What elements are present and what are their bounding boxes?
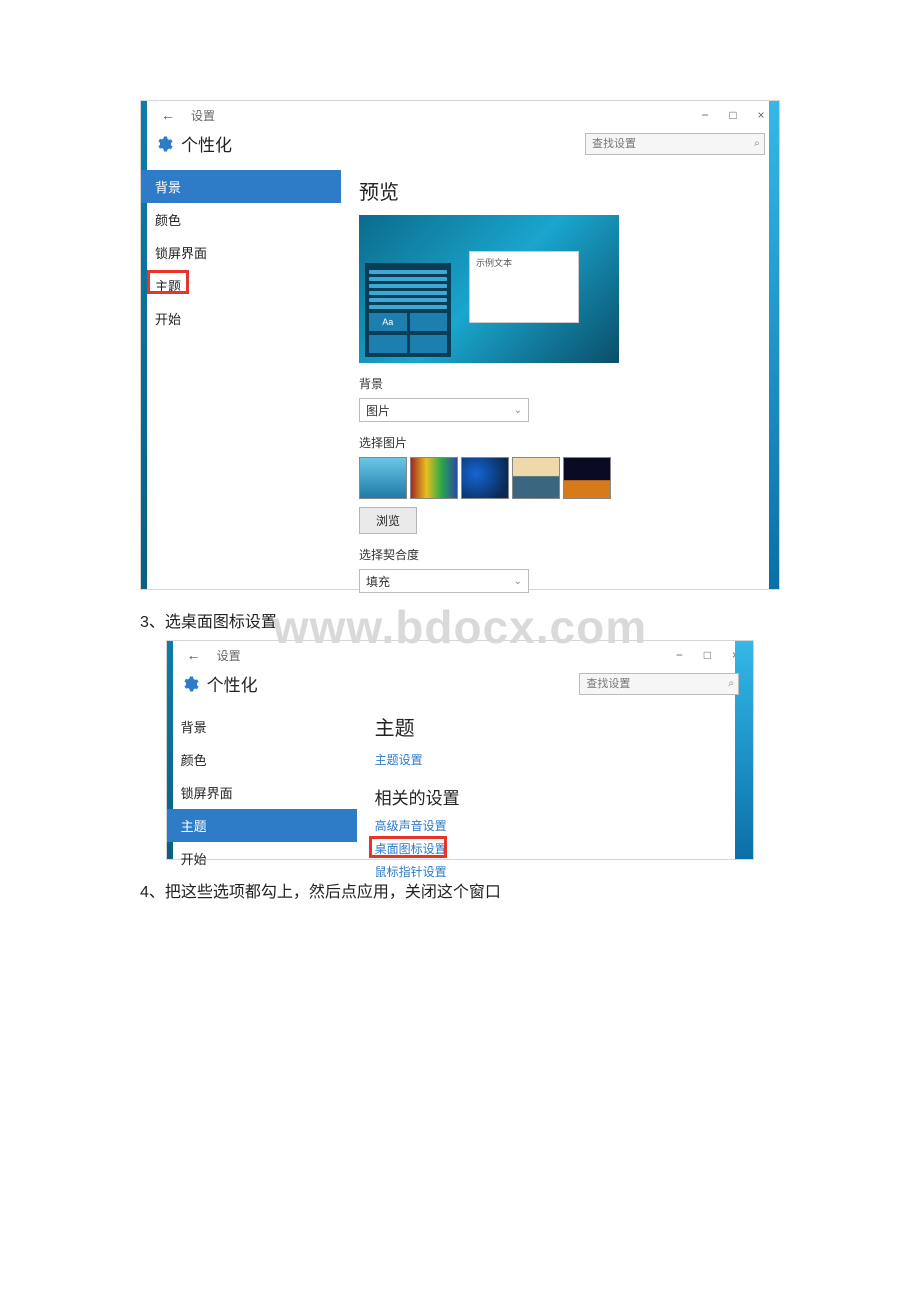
- sidebar: 背景 颜色 锁屏界面 主题 开始: [141, 164, 341, 611]
- chevron-down-icon: ⌄: [514, 405, 522, 416]
- sidebar-item-lockscreen[interactable]: 锁屏界面: [141, 236, 341, 269]
- settings-window-1: ← 设置 − □ × 个性化 ⌕ 背景 颜色 锁屏界面: [140, 100, 780, 590]
- sidebar-item-themes[interactable]: 主题: [141, 269, 341, 302]
- background-dropdown[interactable]: 图片 ⌄: [359, 398, 529, 422]
- gear-icon: [155, 135, 173, 153]
- maximize-button[interactable]: □: [693, 644, 721, 666]
- sidebar-item-background[interactable]: 背景: [141, 170, 341, 203]
- minimize-button[interactable]: −: [665, 644, 693, 666]
- preview-tile: Aa: [369, 313, 407, 331]
- header-row: 个性化 ⌕: [141, 129, 779, 164]
- window-title: 设置: [191, 107, 215, 124]
- search-input[interactable]: [579, 673, 739, 695]
- back-button[interactable]: ←: [155, 105, 181, 125]
- search-input[interactable]: [585, 133, 765, 155]
- dropdown-value: 图片: [366, 402, 390, 419]
- preview-start-menu: Aa: [365, 263, 451, 357]
- theme-settings-link[interactable]: 主题设置: [375, 751, 423, 768]
- minimize-button[interactable]: −: [691, 104, 719, 126]
- picture-thumbnails: [359, 457, 761, 499]
- content-area: 预览 Aa 示例文本: [341, 164, 779, 611]
- sidebar-item-colors[interactable]: 颜色: [167, 743, 357, 776]
- wallpaper-thumbnail[interactable]: [359, 457, 407, 499]
- wallpaper-thumbnail[interactable]: [512, 457, 560, 499]
- wallpaper-thumbnail[interactable]: [461, 457, 509, 499]
- window-titlebar: ← 设置 − □ ×: [141, 101, 779, 129]
- advanced-sound-link[interactable]: 高级声音设置: [375, 817, 447, 834]
- theme-heading: 主题: [375, 712, 736, 741]
- choose-picture-label: 选择图片: [359, 434, 761, 451]
- fit-label: 选择契合度: [359, 546, 761, 563]
- related-heading: 相关的设置: [375, 784, 736, 809]
- step-3-caption: 3、选桌面图标设置: [140, 608, 780, 632]
- preview-heading: 预览: [359, 176, 761, 205]
- gear-icon: [181, 675, 199, 693]
- preview-tile: [369, 335, 407, 353]
- dropdown-value: 填充: [366, 573, 390, 590]
- preview-tile: [410, 335, 448, 353]
- settings-window-2: ← 设置 − □ × 个性化 ⌕ 背景 颜色 锁屏界面 主题: [166, 640, 755, 860]
- header-row: 个性化 ⌕: [167, 669, 754, 704]
- maximize-button[interactable]: □: [719, 104, 747, 126]
- sidebar-item-label: 主题: [155, 279, 181, 294]
- search-icon: ⌕: [728, 677, 734, 690]
- window-titlebar: ← 设置 − □ ×: [167, 641, 754, 669]
- wallpaper-thumbnail[interactable]: [410, 457, 458, 499]
- page-title: 个性化: [181, 131, 232, 156]
- desktop-strip: [769, 101, 779, 589]
- page-title: 个性化: [207, 671, 258, 696]
- sidebar-item-lockscreen[interactable]: 锁屏界面: [167, 776, 357, 809]
- desktop-preview: Aa 示例文本: [359, 215, 619, 363]
- fit-dropdown[interactable]: 填充 ⌄: [359, 569, 529, 593]
- sidebar-item-start[interactable]: 开始: [141, 302, 341, 335]
- chevron-down-icon: ⌄: [514, 576, 522, 587]
- mouse-pointer-link[interactable]: 鼠标指针设置: [375, 863, 447, 880]
- sidebar-item-themes[interactable]: 主题: [167, 809, 357, 842]
- window-title: 设置: [217, 647, 241, 664]
- browse-button[interactable]: 浏览: [359, 507, 417, 534]
- preview-tile: [410, 313, 448, 331]
- sidebar-item-background[interactable]: 背景: [167, 710, 357, 743]
- content-area: 主题 主题设置 相关的设置 高级声音设置 桌面图标设置 鼠标指针设置: [357, 704, 754, 904]
- wallpaper-thumbnail[interactable]: [563, 457, 611, 499]
- sidebar-item-start[interactable]: 开始: [167, 842, 357, 875]
- preview-sample-window: 示例文本: [469, 251, 579, 323]
- sidebar-item-colors[interactable]: 颜色: [141, 203, 341, 236]
- background-label: 背景: [359, 375, 761, 392]
- desktop-icon-settings-link[interactable]: 桌面图标设置: [375, 840, 447, 857]
- back-button[interactable]: ←: [181, 645, 207, 665]
- sidebar: 背景 颜色 锁屏界面 主题 开始: [167, 704, 357, 904]
- search-icon: ⌕: [754, 137, 760, 150]
